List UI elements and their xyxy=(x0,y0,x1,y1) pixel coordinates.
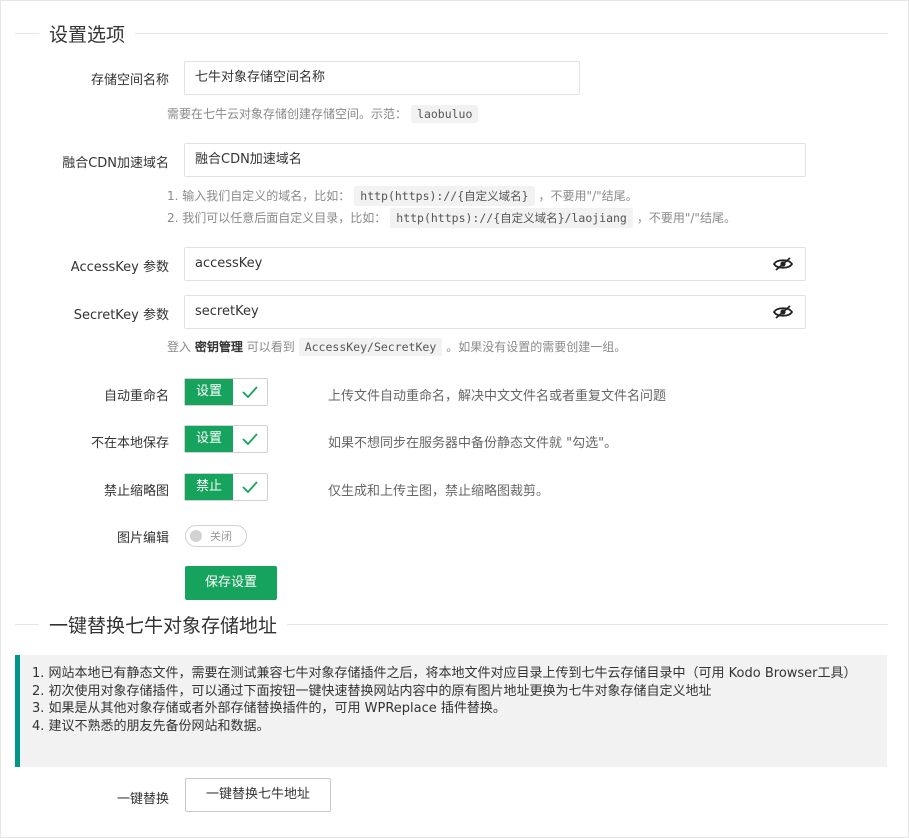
cdn-input[interactable]: 融合CDN加速域名 xyxy=(184,143,806,177)
check-icon xyxy=(233,426,267,452)
cdn-hint-1: 1. 输入我们自定义的域名，比如： http(https)://{自定义域名} ，不… xyxy=(167,186,638,206)
eye-slash-icon[interactable] xyxy=(773,305,793,319)
switch-text: 关闭 xyxy=(210,530,232,543)
secretkey-label: SecretKey 参数 xyxy=(73,308,169,323)
secretkey-value: secretKey xyxy=(195,304,259,319)
check-icon xyxy=(233,474,267,500)
cdn-label: 融合CDN加速域名 xyxy=(62,156,169,171)
cdn-hint-1-text: 1. 输入我们自定义的域名，比如： xyxy=(167,189,351,203)
keys-hint-link: 密钥管理 xyxy=(194,340,243,354)
image-edit-label: 图片编辑 xyxy=(116,531,169,546)
bucket-label: 存储空间名称 xyxy=(90,73,169,88)
accesskey-input[interactable]: accessKey xyxy=(184,247,806,281)
notice-line-4: 4. 建议不熟悉的朋友先备份网站和数据。 xyxy=(32,718,270,734)
notice-line-1: 1. 网站本地已有静态文件，需要在测试兼容七牛对象存储插件之后，将本地文件对应目… xyxy=(32,666,857,681)
no-thumb-checkbox[interactable]: 禁止 xyxy=(184,473,269,501)
keys-hint-middle: 可以看到 xyxy=(246,340,295,354)
keys-hint-suffix: 。如果没有设置的需要创建一组。 xyxy=(446,340,627,354)
notice-box: 1. 网站本地已有静态文件，需要在测试兼容七牛对象存储插件之后，将本地文件对应目… xyxy=(15,655,887,767)
accesskey-label: AccessKey 参数 xyxy=(70,260,169,275)
cdn-hint-1-suffix: ，不要用"/"结尾。 xyxy=(538,189,638,203)
image-edit-switch[interactable]: 关闭 xyxy=(185,525,247,547)
check-icon xyxy=(233,379,267,405)
eye-slash-icon[interactable] xyxy=(773,257,793,271)
bucket-hint: 需要在七牛云对象存储创建存储空间。示范： laobuluo xyxy=(167,105,482,123)
bucket-hint-code: laobuluo xyxy=(411,105,479,123)
switch-knob xyxy=(190,530,202,542)
no-local-checkbox[interactable]: 设置 xyxy=(184,425,269,453)
save-button[interactable]: 保存设置 xyxy=(185,566,278,600)
no-local-label: 不在本地保存 xyxy=(90,436,169,451)
keys-hint: 登入 密钥管理 可以看到 AccessKey/SecretKey 。如果没有设置的需… xyxy=(167,338,626,356)
accesskey-value: accessKey xyxy=(195,256,263,271)
notice-line-2: 2. 初次使用对象存储插件，可以通过下面按钮一键快速替换网站内容中的原有图片地址… xyxy=(32,683,712,699)
cdn-hint-1-code: http(https)://{自定义域名} xyxy=(354,186,535,206)
cdn-hint-2: 2. 我们可以任意后面自定义目录，比如： http(https)://{自定义域名… xyxy=(167,208,736,228)
replace-label: 一键替换 xyxy=(116,792,169,807)
secretkey-input[interactable]: secretKey xyxy=(184,295,806,329)
bucket-hint-text: 需要在七牛云对象存储创建存储空间。示范： xyxy=(167,107,408,121)
settings-page: 设置选项 存储空间名称 七牛对象存储空间名称 需要在七牛云对象存储创建存储空间。… xyxy=(0,0,909,838)
no-thumb-check-label: 禁止 xyxy=(185,474,234,500)
keys-hint-code: AccessKey/SecretKey xyxy=(298,338,443,356)
no-thumb-desc: 仅生成和上传主图，禁止缩略图裁剪。 xyxy=(328,484,550,499)
section-divider xyxy=(15,33,888,34)
keys-hint-prefix: 登入 xyxy=(167,340,192,354)
cdn-hint-2-code: http(https)://{自定义域名}/laojiang xyxy=(390,208,633,228)
replace-button[interactable]: 一键替换七牛地址 xyxy=(185,778,332,812)
no-local-desc: 如果不想同步在服务器中备份静态文件就 "勾选"。 xyxy=(328,436,618,451)
notice-line-3: 3. 如果是从其他对象存储或者外部存储替换插件的，可用 WPReplace 插件… xyxy=(32,701,506,716)
no-thumb-label: 禁止缩略图 xyxy=(103,484,169,499)
auto-rename-check-label: 设置 xyxy=(185,379,234,405)
section-title-settings: 设置选项 xyxy=(39,20,136,47)
auto-rename-label: 自动重命名 xyxy=(103,389,169,404)
bucket-input[interactable]: 七牛对象存储空间名称 xyxy=(184,61,580,95)
auto-rename-desc: 上传文件自动重命名，解决中文文件名或者重复文件名问题 xyxy=(328,389,667,404)
auto-rename-checkbox[interactable]: 设置 xyxy=(184,378,269,406)
no-local-check-label: 设置 xyxy=(185,426,234,452)
cdn-hint-2-text: 2. 我们可以任意后面自定义目录，比如： xyxy=(167,211,387,225)
cdn-hint-2-suffix: ，不要用"/"结尾。 xyxy=(636,211,736,225)
section-title-replace: 一键替换七牛对象存储地址 xyxy=(39,611,288,638)
